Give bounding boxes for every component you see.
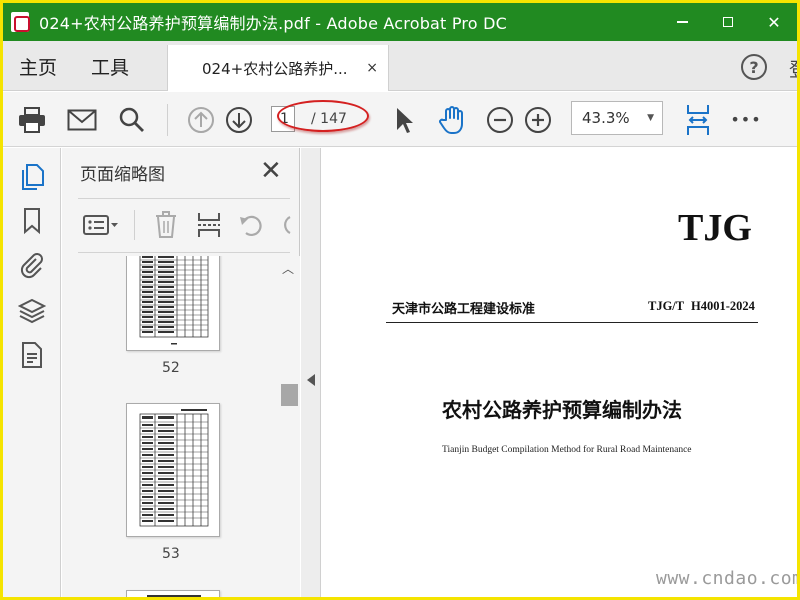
thumbnail-scrollbar[interactable]: ︿ (278, 256, 300, 597)
doc-title: 农村公路养护预算编制办法 (442, 398, 682, 422)
attachments-button[interactable] (17, 250, 47, 280)
search-icon (119, 107, 144, 132)
print-button[interactable] (15, 92, 49, 147)
search-button[interactable] (115, 92, 149, 147)
delete-page-button[interactable] (154, 210, 178, 240)
paperclip-icon (20, 253, 43, 279)
cursor-arrow-icon (397, 107, 413, 133)
document-tab-label: 024+农村公路养护... (202, 59, 348, 78)
minus-circle-icon (487, 106, 513, 133)
page-thumbnail-54[interactable] (126, 590, 220, 597)
maximize-icon (723, 17, 733, 27)
email-button[interactable] (65, 92, 99, 147)
tab-bar: 主页 工具 024+农村公路养护... × ? 登 (3, 41, 797, 91)
navigation-rail (3, 148, 61, 597)
table-page-preview (139, 409, 209, 527)
watermark-text: www.cndao.com (656, 568, 797, 589)
page-thumbnails-button[interactable] (17, 162, 47, 192)
trash-icon (156, 211, 176, 238)
zoom-out-button[interactable] (485, 92, 515, 147)
sign-in-label[interactable]: 登 (789, 55, 797, 82)
acrobat-app-icon (11, 12, 30, 32)
toolbar-separator (167, 104, 168, 136)
rotate-clockwise-button[interactable] (278, 210, 292, 240)
window-title: 024+农村公路养护预算编制办法.pdf - Adobe Acrobat Pro… (39, 14, 507, 33)
thumbnail-label: 53 (162, 546, 180, 562)
table-page-preview (147, 595, 201, 597)
hand-icon (439, 105, 463, 134)
annotation-oval (277, 100, 369, 132)
zoom-value: 43.3% (582, 109, 630, 127)
content-button[interactable] (17, 340, 47, 370)
previous-page-button[interactable] (185, 92, 217, 147)
document-icon (22, 342, 42, 368)
zoom-select[interactable]: 43.3% ▼ (571, 101, 663, 135)
panel-divider (78, 252, 290, 253)
envelope-icon (67, 109, 97, 130)
list-options-icon (83, 215, 118, 235)
table-page-preview (139, 256, 209, 345)
pages-icon (22, 164, 44, 190)
main-toolbar: 1 / 147 43.3% ▼ ••• (3, 92, 797, 147)
bookmark-icon (24, 208, 40, 235)
arrow-down-circle-icon (226, 106, 252, 133)
collapse-panel-icon[interactable] (307, 374, 315, 386)
doc-header-rule (386, 322, 758, 323)
next-page-button[interactable] (223, 92, 255, 147)
document-view: TJG 天津市公路工程建设标准 TJG/T H4001-2024 农村公路养护预… (322, 148, 797, 597)
panel-tool-separator (134, 210, 135, 240)
page-thumbnail-52[interactable] (126, 256, 220, 351)
thumbnail-list: 52 53 (62, 256, 278, 597)
panel-splitter[interactable] (301, 148, 321, 597)
printer-icon (19, 106, 45, 133)
doc-standard-name: 天津市公路工程建设标准 (392, 302, 536, 317)
help-icon[interactable]: ? (741, 54, 767, 80)
layers-button[interactable] (17, 296, 47, 326)
thumbnails-panel: 页面缩略图 ✕ 52 53 ︿ (62, 148, 300, 597)
minimize-icon (676, 21, 688, 23)
title-bar: 024+农村公路养护预算编制办法.pdf - Adobe Acrobat Pro… (3, 3, 797, 41)
rotate-clockwise-icon (284, 216, 291, 234)
bookmarks-button[interactable] (17, 206, 47, 236)
insert-page-button[interactable] (196, 210, 222, 240)
tools-menu[interactable]: 工具 (91, 41, 129, 91)
rotate-icon (240, 215, 262, 236)
layers-icon (18, 298, 46, 324)
fit-width-button[interactable] (681, 92, 715, 147)
home-menu[interactable]: 主页 (19, 41, 57, 91)
plus-circle-icon (525, 106, 551, 133)
tab-close-icon[interactable]: × (366, 60, 378, 76)
rotate-page-button[interactable] (238, 210, 264, 240)
thumbnail-options-button[interactable] (82, 210, 120, 240)
scrollbar-thumb[interactable] (281, 384, 298, 406)
fit-width-icon (687, 104, 709, 135)
arrow-up-circle-icon (188, 106, 214, 133)
doc-brand: TJG (678, 207, 752, 249)
panel-close-icon[interactable]: ✕ (260, 158, 282, 184)
select-tool-button[interactable] (389, 92, 419, 147)
page-thumbnail-53[interactable] (126, 403, 220, 537)
acrobat-window: 024+农村公路养护预算编制办法.pdf - Adobe Acrobat Pro… (3, 3, 797, 597)
document-tab[interactable]: 024+农村公路养护... × (167, 45, 389, 91)
minimize-button[interactable] (659, 3, 705, 41)
panel-divider (78, 198, 290, 199)
insert-pages-icon (198, 213, 220, 237)
zoom-in-button[interactable] (523, 92, 553, 147)
panel-title: 页面缩略图 (80, 165, 165, 185)
panel-toolbar (62, 200, 300, 252)
doc-standard-code: TJG/T H4001-2024 (648, 299, 755, 313)
more-tools-button[interactable]: ••• (729, 92, 763, 147)
doc-subtitle: Tianjin Budget Compilation Method for Ru… (442, 445, 692, 455)
maximize-button[interactable] (705, 3, 751, 41)
hand-tool-button[interactable] (435, 92, 469, 147)
close-window-button[interactable]: ✕ (751, 3, 797, 41)
scroll-up-icon[interactable]: ︿ (282, 260, 294, 277)
thumbnail-label: 52 (162, 360, 180, 376)
chevron-down-icon: ▼ (647, 113, 654, 123)
